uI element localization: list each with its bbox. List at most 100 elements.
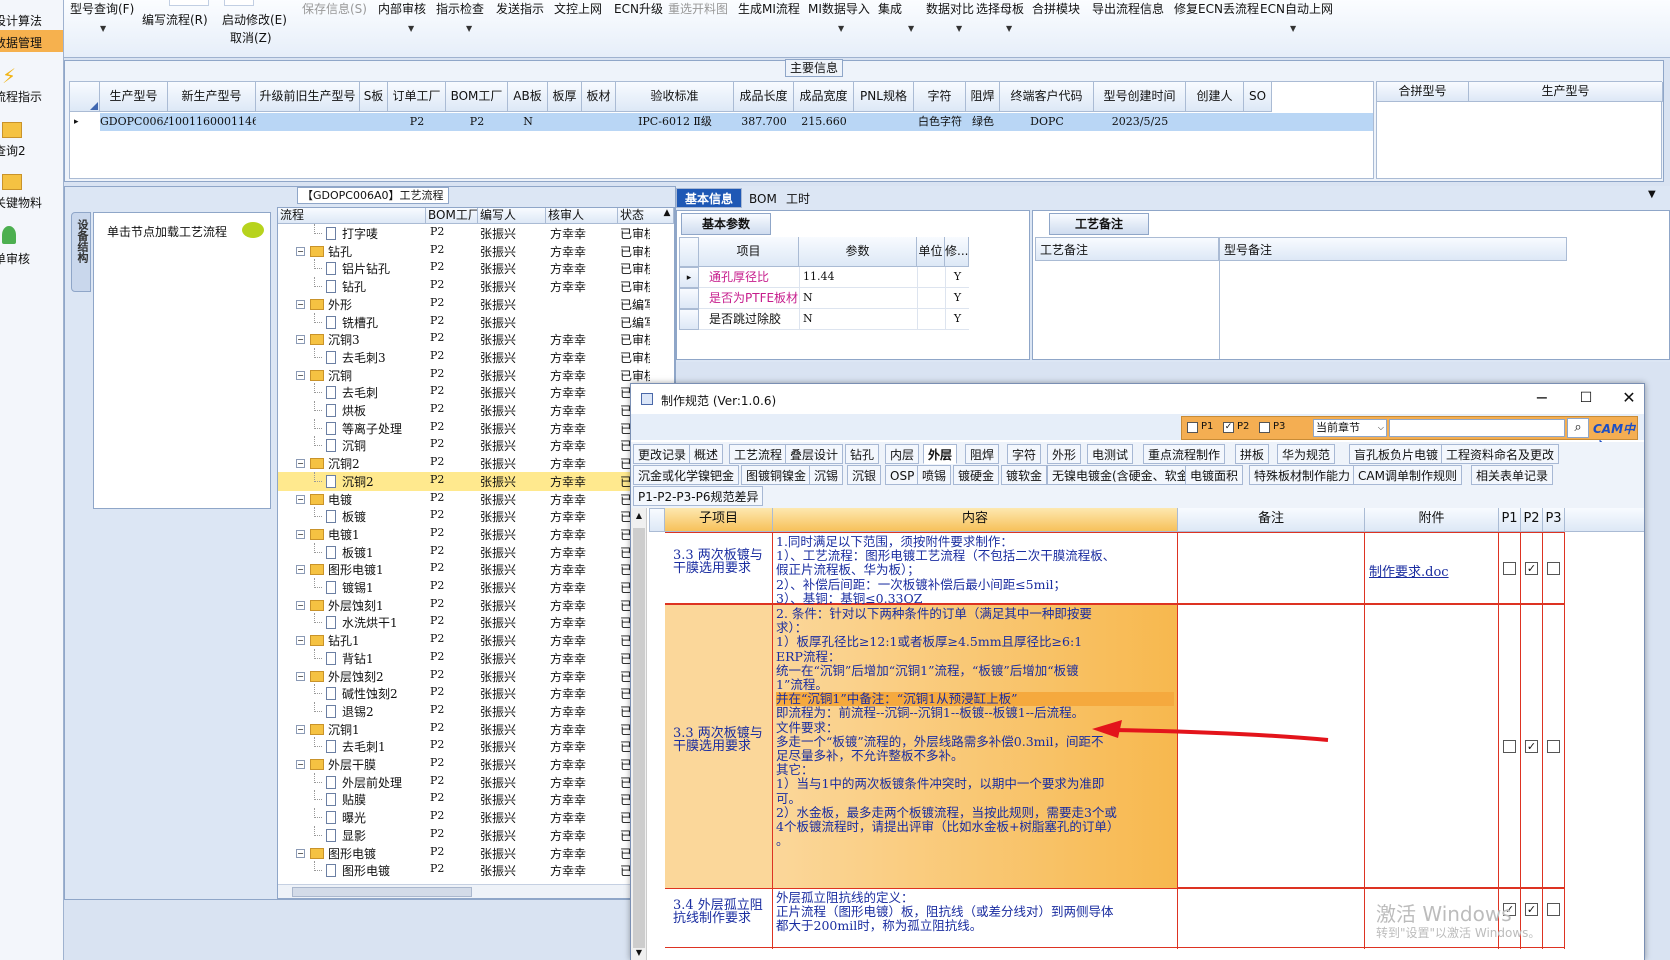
- tree-row[interactable]: −外层干膜P2张振兴方幸幸已审核: [278, 755, 674, 774]
- param-col-header[interactable]: 项目: [699, 237, 799, 267]
- collapse-toggle-icon[interactable]: −: [296, 335, 305, 345]
- spec-tab-10[interactable]: 电测试: [1087, 444, 1134, 464]
- horizontal-scroll-thumb[interactable]: [292, 887, 472, 897]
- tree-row[interactable]: 板镀1P2张振兴方幸幸已审核: [278, 542, 674, 562]
- spec-tab-r2-0[interactable]: 沉金或化学镍钯金: [633, 465, 740, 485]
- spec-tab-r2-6[interactable]: 镀硬金: [953, 465, 1000, 485]
- spec-tab-4[interactable]: 钻孔: [845, 444, 880, 464]
- spec-tab-11[interactable]: 重点流程制作: [1143, 444, 1226, 464]
- tree-row[interactable]: −沉铜2P2张振兴方幸幸已审核: [278, 454, 674, 473]
- spec-p3-checkbox[interactable]: [1547, 562, 1560, 575]
- main-col-header[interactable]: 成品长度: [734, 82, 794, 112]
- main-col-header[interactable]: BOM工厂: [446, 82, 508, 112]
- tree-row[interactable]: 沉铜P2张振兴方幸幸已审核: [278, 436, 674, 455]
- toolbar-button-7[interactable]: 文控上网: [554, 0, 602, 17]
- chapter-select[interactable]: 当前章节 ⌵: [1313, 419, 1387, 437]
- main-cell[interactable]: 绿色: [966, 113, 1000, 131]
- tree-col-header[interactable]: 核审人: [546, 208, 618, 224]
- tree-row[interactable]: 板镀P2张振兴方幸幸已审核: [278, 507, 674, 526]
- collapse-toggle-icon[interactable]: −: [296, 671, 305, 681]
- spec-tab-8[interactable]: 字符: [1007, 444, 1042, 464]
- spec-tab-15[interactable]: 工程资料命名及更改: [1441, 444, 1560, 464]
- main-col-header[interactable]: S板: [360, 82, 388, 112]
- scroll-down-arrow-icon[interactable]: ▼: [631, 945, 647, 960]
- main-cell[interactable]: P2: [446, 113, 508, 131]
- spec-tab-r3-0[interactable]: P1-P2-P3-P6规范差异: [633, 486, 764, 506]
- main-col-header[interactable]: 板厚: [548, 82, 582, 112]
- spec-tab-r2-12[interactable]: 相关表单记录: [1471, 465, 1554, 485]
- main-cell[interactable]: [1244, 113, 1272, 131]
- main-col-header[interactable]: 新生产型号: [168, 82, 256, 112]
- side-tab-equipment[interactable]: 设备结构: [71, 212, 91, 292]
- tree-row[interactable]: 碱性蚀刻2P2张振兴方幸幸已审核: [278, 684, 674, 703]
- collapse-toggle-icon[interactable]: −: [296, 848, 305, 858]
- spec-p2-checkbox[interactable]: ✓: [1525, 562, 1538, 575]
- main-cell[interactable]: P2: [388, 113, 446, 131]
- main-col-header[interactable]: AB板: [508, 82, 548, 112]
- param-col-header[interactable]: 单位: [917, 237, 945, 267]
- spec-tab-r2-1[interactable]: 图镀铜镍金: [741, 465, 812, 485]
- toolbar-button-10[interactable]: 生成MI流程: [738, 0, 800, 17]
- main-cell[interactable]: [548, 113, 582, 131]
- tree-row[interactable]: −钻孔1P2张振兴方幸幸已审核: [278, 631, 674, 650]
- tree-row[interactable]: 钻孔 P2 张振兴 方幸幸 已审核: [278, 277, 674, 296]
- spec-tab-6[interactable]: 外层: [923, 444, 958, 464]
- main-col-header[interactable]: PNL规格: [854, 82, 914, 112]
- tree-row[interactable]: − 钻孔 P2 张振兴 方幸幸 已审核: [278, 242, 674, 261]
- toolbar-button-3[interactable]: 保存信息(S): [302, 0, 367, 17]
- nav-item-1[interactable]: 数据管理: [0, 30, 63, 52]
- merge-col-header[interactable]: 生产型号: [1469, 82, 1663, 102]
- main-cell[interactable]: [854, 113, 914, 131]
- tree-row[interactable]: 外层前处理P2张振兴方幸幸已审核: [278, 772, 674, 792]
- tree-row[interactable]: 图形电镀P2张振兴方幸幸已审核: [278, 861, 674, 880]
- tree-row[interactable]: − 沉铜3 P2 张振兴 方幸幸 已审核: [278, 330, 674, 349]
- spec-tab-r2-3[interactable]: 沉银: [847, 465, 882, 485]
- spec-tab-3[interactable]: 叠层设计: [785, 444, 844, 464]
- toolbar-button-0[interactable]: 型号查询(F) ▼: [70, 0, 134, 33]
- spec-p2-checkbox[interactable]: ✓: [1525, 740, 1538, 753]
- collapse-toggle-icon[interactable]: −: [296, 724, 305, 734]
- collapse-toggle-icon[interactable]: −: [296, 246, 305, 256]
- tree-row[interactable]: 铣槽孔 P2 张振兴 已编写: [278, 312, 674, 332]
- spec-col-header[interactable]: P2: [1521, 508, 1543, 532]
- tree-col-header[interactable]: 流程: [278, 208, 426, 224]
- spec-tab-r2-9[interactable]: 电镀面积: [1185, 465, 1244, 485]
- tree-row[interactable]: −图形电镀P2张振兴方幸幸已审核: [278, 844, 674, 863]
- spec-row[interactable]: 3.3 两次板镀与干膜选用要求 1.同时满足以下范围，须按附件要求制作： 1）、工艺…: [665, 532, 1565, 605]
- tree-row[interactable]: 退锡2P2张振兴方幸幸已审核: [278, 701, 674, 721]
- tree-row[interactable]: 镀锡1P2张振兴方幸幸已审核: [278, 578, 674, 597]
- main-col-header[interactable]: SO: [1244, 82, 1272, 112]
- spec-tab-5[interactable]: 内层: [885, 444, 920, 464]
- tree-col-header[interactable]: BOM工厂: [426, 208, 478, 224]
- tree-row[interactable]: 贴膜P2张振兴方幸幸已审核: [278, 790, 674, 809]
- toolbar-button-9[interactable]: 重选开料图: [668, 0, 728, 17]
- tree-row[interactable]: −外层蚀刻1P2张振兴方幸幸已审核: [278, 596, 674, 615]
- main-cell[interactable]: 215.660: [794, 113, 854, 131]
- vertical-scroll-thumb[interactable]: [633, 528, 645, 948]
- collapse-toggle-icon[interactable]: −: [296, 760, 305, 769]
- nav-item-2[interactable]: ⚡ 流程指示: [0, 64, 63, 114]
- spec-p1-checkbox[interactable]: [1503, 562, 1516, 575]
- tree-row[interactable]: 去毛刺1P2张振兴方幸幸已审核: [278, 737, 674, 756]
- tree-row[interactable]: 打字唛 P2 张振兴 方幸幸 已审核: [278, 224, 674, 243]
- toolbar-button-6[interactable]: 发送指示: [496, 0, 544, 17]
- spec-tab-14[interactable]: 盲孔板负片电镀: [1349, 444, 1444, 464]
- collapse-toggle-icon[interactable]: −: [296, 565, 305, 575]
- main-col-header[interactable]: 升级前旧生产型号: [256, 82, 360, 112]
- info-tab-2[interactable]: 工时: [778, 188, 818, 208]
- tree-row[interactable]: 显影P2张振兴方幸幸已审核: [278, 825, 674, 845]
- nav-item-4[interactable]: 关键物料: [0, 170, 63, 220]
- tree-row[interactable]: −外层蚀刻2P2张振兴方幸幸已审核: [278, 667, 674, 686]
- toolbar-button-8[interactable]: ECN升级: [614, 0, 663, 17]
- spec-col-header[interactable]: P3: [1543, 508, 1565, 532]
- tree-col-header[interactable]: 编写人: [478, 208, 546, 224]
- param-col-header[interactable]: 参数: [799, 237, 917, 267]
- spec-col-header[interactable]: 子项目: [665, 508, 773, 532]
- main-cell[interactable]: 387.700: [734, 113, 794, 131]
- toolbar-button-14[interactable]: 选择母板 ▼: [976, 0, 1024, 33]
- spec-tab-r2-4[interactable]: OSP: [885, 465, 920, 485]
- spec-tab-r2-10[interactable]: 特殊板材制作能力: [1249, 465, 1356, 485]
- toolbar-button-2[interactable]: 启动修改(E) 取消(Z): [222, 11, 287, 46]
- minimize-button[interactable]: −: [1527, 386, 1557, 410]
- main-cell[interactable]: [582, 113, 616, 131]
